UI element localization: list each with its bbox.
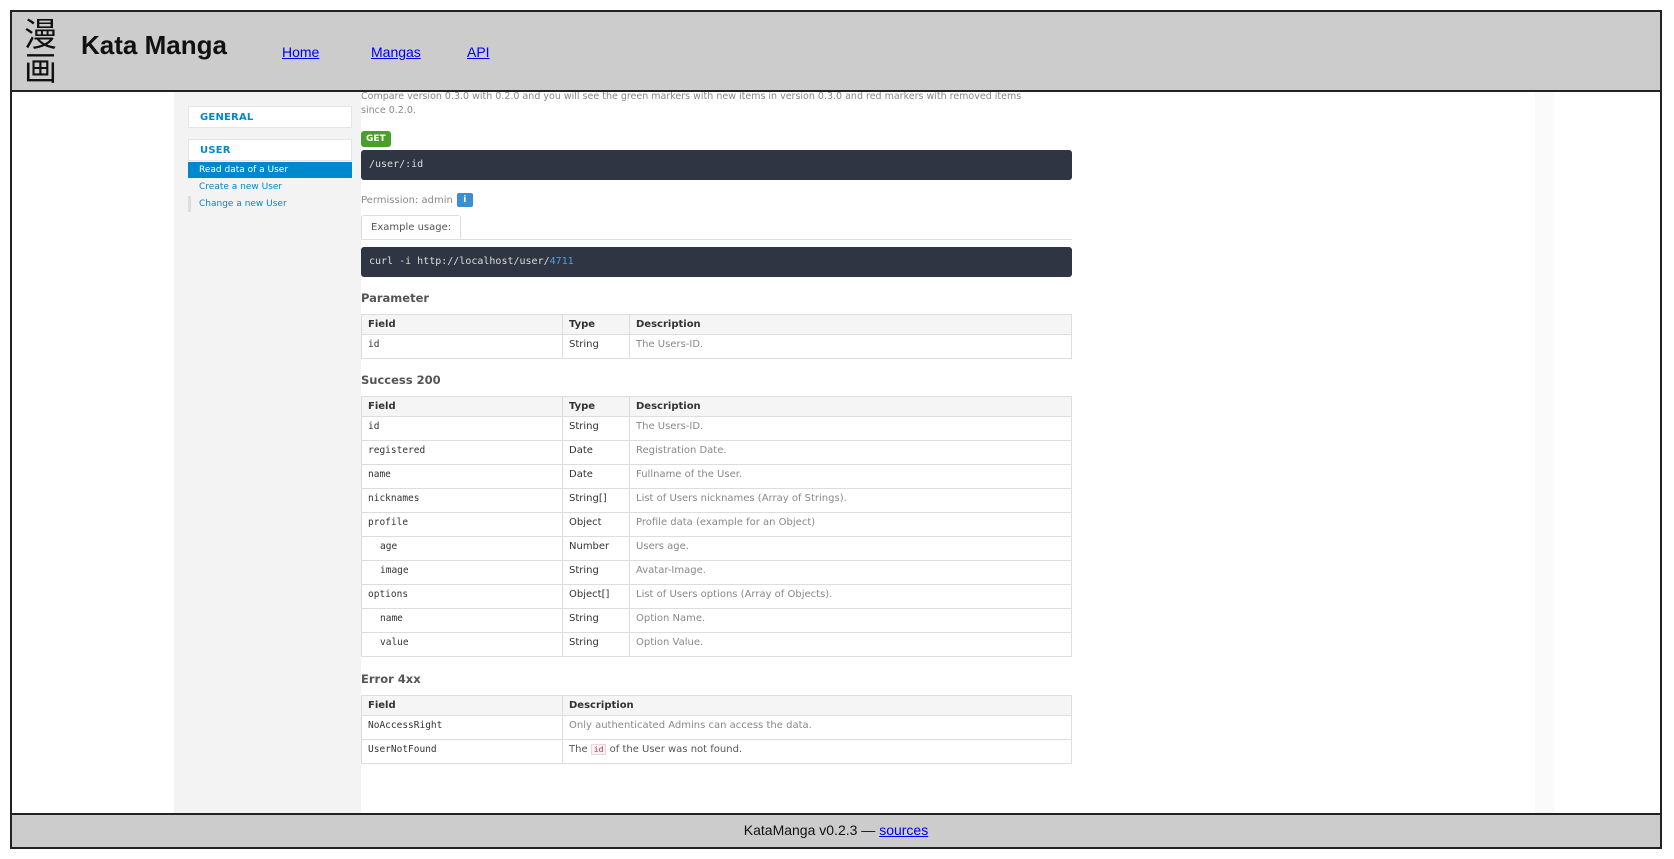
nav-link-api[interactable]: API — [467, 44, 490, 60]
table-header: Type — [562, 396, 630, 417]
description-cell: Users age. — [629, 536, 1072, 561]
error-table: Field Description NoAccessRight Only aut… — [361, 695, 1072, 764]
endpoint-code: /user/:id — [361, 150, 1072, 180]
api-main: Compare version 0.3.0 with 0.2.0 and you… — [361, 92, 1535, 827]
table-header: Field — [361, 695, 563, 716]
type-cell: String — [562, 334, 630, 359]
method-badge: GET — [361, 131, 391, 147]
inline-code: id — [590, 744, 607, 755]
type-cell: Object[] — [562, 584, 630, 609]
field-cell: age — [361, 536, 563, 561]
table-header: Type — [562, 314, 630, 335]
description-cell: The Users-ID. — [629, 334, 1072, 359]
permission-line: Permission: admin i — [361, 193, 473, 207]
example-code: curl -i http://localhost/user/4711 — [361, 247, 1072, 277]
field-cell: profile — [361, 512, 563, 537]
success-heading: Success 200 — [361, 373, 441, 387]
description-cell: List of Users options (Array of Objects)… — [629, 584, 1072, 609]
field-cell: id — [361, 416, 563, 441]
app-window: 漫画 Kata Manga Home Mangas API GENERAL US… — [10, 10, 1662, 849]
success-table: Field Type Description id String The Users… — [361, 396, 1072, 657]
example-tabs: Example usage: — [361, 215, 1072, 240]
table-row: value String Option Value. — [361, 632, 1072, 657]
table-row: options Object[] List of Users options (Ar… — [361, 584, 1072, 609]
footer-version: KataManga v0.2.3 — — [743, 822, 876, 838]
endpoint-path: /user/:id — [369, 159, 424, 170]
tab-example-usage[interactable]: Example usage: — [361, 215, 462, 239]
type-cell: String — [562, 416, 630, 441]
field-cell: id — [361, 334, 563, 359]
table-row: age Number Users age. — [361, 536, 1072, 561]
field-cell: nicknames — [361, 488, 563, 513]
description-cell: Option Name. — [629, 608, 1072, 633]
field-cell: registered — [361, 440, 563, 465]
nav-link-home[interactable]: Home — [282, 44, 319, 60]
table-header: Description — [629, 314, 1072, 335]
sidebar-section-user[interactable]: USER — [188, 139, 352, 161]
table-row: name Date Fullname of the User. — [361, 464, 1072, 489]
table-row: registered Date Registration Date. — [361, 440, 1072, 465]
site-header: 漫画 Kata Manga Home Mangas API — [12, 12, 1660, 92]
parameter-heading: Parameter — [361, 291, 430, 305]
description-cell: Profile data (example for an Object) — [629, 512, 1072, 537]
table-row: profile Object Profile data (example for a… — [361, 512, 1072, 537]
table-row: NoAccessRight Only authenticated Admins … — [361, 715, 1072, 740]
api-sidebar: GENERAL USER Read data of a User Create … — [174, 92, 370, 827]
site-title: Kata Manga — [81, 30, 227, 60]
permission-label: Permission: admin — [361, 195, 453, 206]
example-id: 4711 — [549, 256, 574, 267]
type-cell: String — [562, 632, 630, 657]
description-cell: Only authenticated Admins can access the… — [562, 715, 1072, 740]
sidebar-section-general[interactable]: GENERAL — [188, 106, 352, 128]
table-row: image String Avatar-Image. — [361, 560, 1072, 585]
parameter-table: Field Type Description id String The Use… — [361, 314, 1072, 359]
type-cell: String[] — [562, 488, 630, 513]
table-header: Field — [361, 396, 563, 417]
type-cell: String — [562, 608, 630, 633]
type-cell: Number — [562, 536, 630, 561]
manga-logo[interactable]: 漫画 — [24, 18, 64, 86]
sidebar-item-change-user[interactable]: Change a new User — [188, 196, 352, 212]
type-cell: String — [562, 560, 630, 585]
info-icon[interactable]: i — [456, 193, 473, 207]
sidebar-item-read-user[interactable]: Read data of a User — [188, 162, 352, 178]
description-cell: Option Value. — [629, 632, 1072, 657]
example-command: curl -i http://localhost/user/ — [369, 256, 550, 267]
type-cell: Date — [562, 440, 630, 465]
error-heading: Error 4xx — [361, 672, 421, 686]
field-cell: name — [361, 608, 563, 633]
description-cell: The id of the User was not found. — [562, 739, 1072, 764]
table-row: nicknames String[] List of Users nicknames… — [361, 488, 1072, 513]
field-cell: value — [361, 632, 563, 657]
description-cell: Avatar-Image. — [629, 560, 1072, 585]
table-row: id String The Users-ID. — [361, 416, 1072, 441]
description-cell: Fullname of the User. — [629, 464, 1072, 489]
field-cell: UserNotFound — [361, 739, 563, 764]
table-row: name String Option Name. — [361, 608, 1072, 633]
api-doc-frame[interactable]: GENERAL USER Read data of a User Create … — [12, 92, 1660, 827]
table-row: UserNotFound The id of the User was not … — [361, 739, 1072, 764]
site-footer: KataManga v0.2.3 — sources — [12, 813, 1660, 847]
field-cell: name — [361, 464, 563, 489]
version-compare-text: Compare version 0.3.0 with 0.2.0 and you… — [361, 92, 1022, 116]
table-header: Description — [629, 396, 1072, 417]
description-text: The — [569, 744, 588, 755]
table-row: id String The Users-ID. — [361, 334, 1072, 359]
description-cell: The Users-ID. — [629, 416, 1072, 441]
footer-sources-link[interactable]: sources — [879, 822, 928, 838]
field-cell: image — [361, 560, 563, 585]
field-cell: NoAccessRight — [361, 715, 563, 740]
description-cell: List of Users nicknames (Array of String… — [629, 488, 1072, 513]
description-text: of the User was not found. — [609, 744, 743, 755]
table-header: Description — [562, 695, 1072, 716]
type-cell: Date — [562, 464, 630, 489]
sidebar-item-create-user[interactable]: Create a new User — [188, 179, 352, 195]
description-cell: Registration Date. — [629, 440, 1072, 465]
nav-link-mangas[interactable]: Mangas — [371, 44, 421, 60]
table-header: Field — [361, 314, 563, 335]
type-cell: Object — [562, 512, 630, 537]
field-cell: options — [361, 584, 563, 609]
